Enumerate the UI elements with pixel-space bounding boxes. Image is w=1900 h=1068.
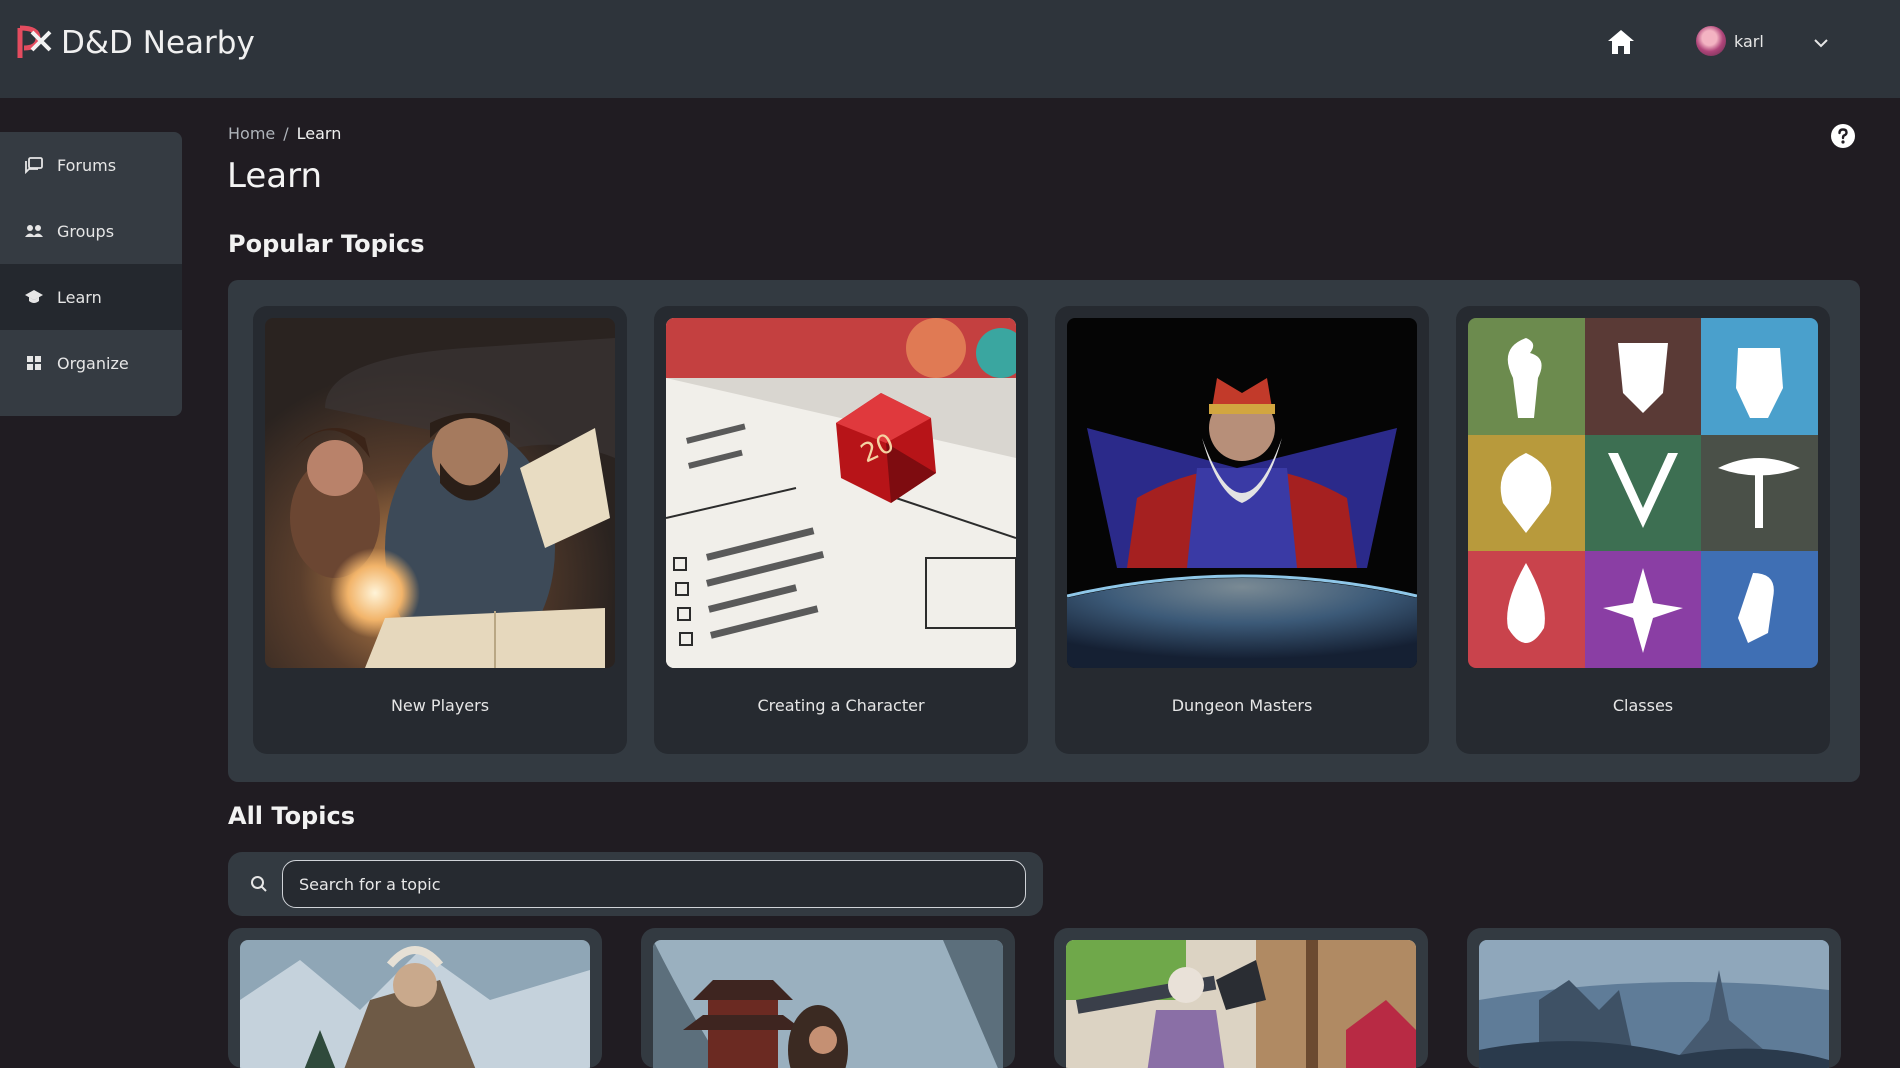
search-input[interactable]	[282, 860, 1026, 908]
avatar	[1696, 26, 1726, 56]
topic-image	[653, 940, 1003, 1068]
sidebar-item-learn[interactable]: Learn	[0, 264, 182, 330]
user-name: karl	[1734, 31, 1764, 51]
sidebar-item-label: Learn	[57, 287, 102, 307]
breadcrumb-home-link[interactable]: Home	[228, 124, 275, 143]
topic-card[interactable]	[228, 928, 602, 1068]
topic-card-new-players[interactable]: New Players	[253, 306, 627, 754]
topic-search-bar	[228, 852, 1043, 916]
brand-name: D&D Nearby	[61, 25, 255, 61]
sidebar-item-label: Organize	[57, 353, 129, 373]
topic-card[interactable]	[641, 928, 1015, 1068]
sidebar-item-forums[interactable]: Forums	[0, 132, 182, 198]
card-label: Creating a Character	[757, 696, 925, 715]
creating-a-character-image: 20	[666, 318, 1016, 668]
sidebar-item-groups[interactable]: Groups	[0, 198, 182, 264]
topic-card-dungeon-masters[interactable]: Dungeon Masters	[1055, 306, 1429, 754]
topic-card-creating-a-character[interactable]: 20 Creating a Character	[654, 306, 1028, 754]
brand-logo-icon	[17, 25, 52, 58]
new-players-image	[265, 318, 615, 668]
breadcrumb-current: Learn	[296, 124, 342, 143]
all-topics-heading: All Topics	[228, 802, 355, 830]
sidebar-item-label: Groups	[57, 221, 115, 241]
sidebar-item-organize[interactable]: Organize	[0, 330, 182, 396]
topic-image	[1066, 940, 1416, 1068]
topic-image	[1479, 940, 1829, 1068]
sidebar: Forums Groups Learn Organize	[0, 132, 182, 416]
home-icon[interactable]	[1605, 26, 1637, 58]
popular-topics-heading: Popular Topics	[228, 230, 425, 258]
breadcrumb-separator: /	[283, 124, 289, 143]
breadcrumb: Home / Learn	[228, 124, 341, 143]
sidebar-item-label: Forums	[57, 155, 117, 175]
top-bar: D&D Nearby karl	[0, 0, 1900, 98]
card-label: Dungeon Masters	[1171, 696, 1313, 715]
popular-topics-panel: New Players 20 Creating a Character Dung…	[228, 280, 1860, 782]
chevron-down-icon[interactable]	[1812, 34, 1830, 52]
search-icon	[251, 876, 267, 892]
card-label: New Players	[390, 696, 490, 715]
brand[interactable]: D&D Nearby	[16, 24, 255, 62]
topic-card[interactable]	[1467, 928, 1841, 1068]
grid-icon	[27, 356, 41, 370]
groups-icon	[25, 225, 43, 237]
topic-card-classes[interactable]: Classes	[1456, 306, 1830, 754]
topic-image	[240, 940, 590, 1068]
help-icon[interactable]	[1830, 123, 1856, 149]
graduation-cap-icon	[25, 290, 43, 303]
page-title: Learn	[227, 156, 323, 196]
dungeon-masters-image	[1067, 318, 1417, 668]
card-label: Classes	[1612, 696, 1674, 715]
forums-icon	[25, 157, 43, 175]
classes-image	[1468, 318, 1818, 668]
user-menu[interactable]: karl	[1696, 26, 1764, 56]
topic-card[interactable]	[1054, 928, 1428, 1068]
